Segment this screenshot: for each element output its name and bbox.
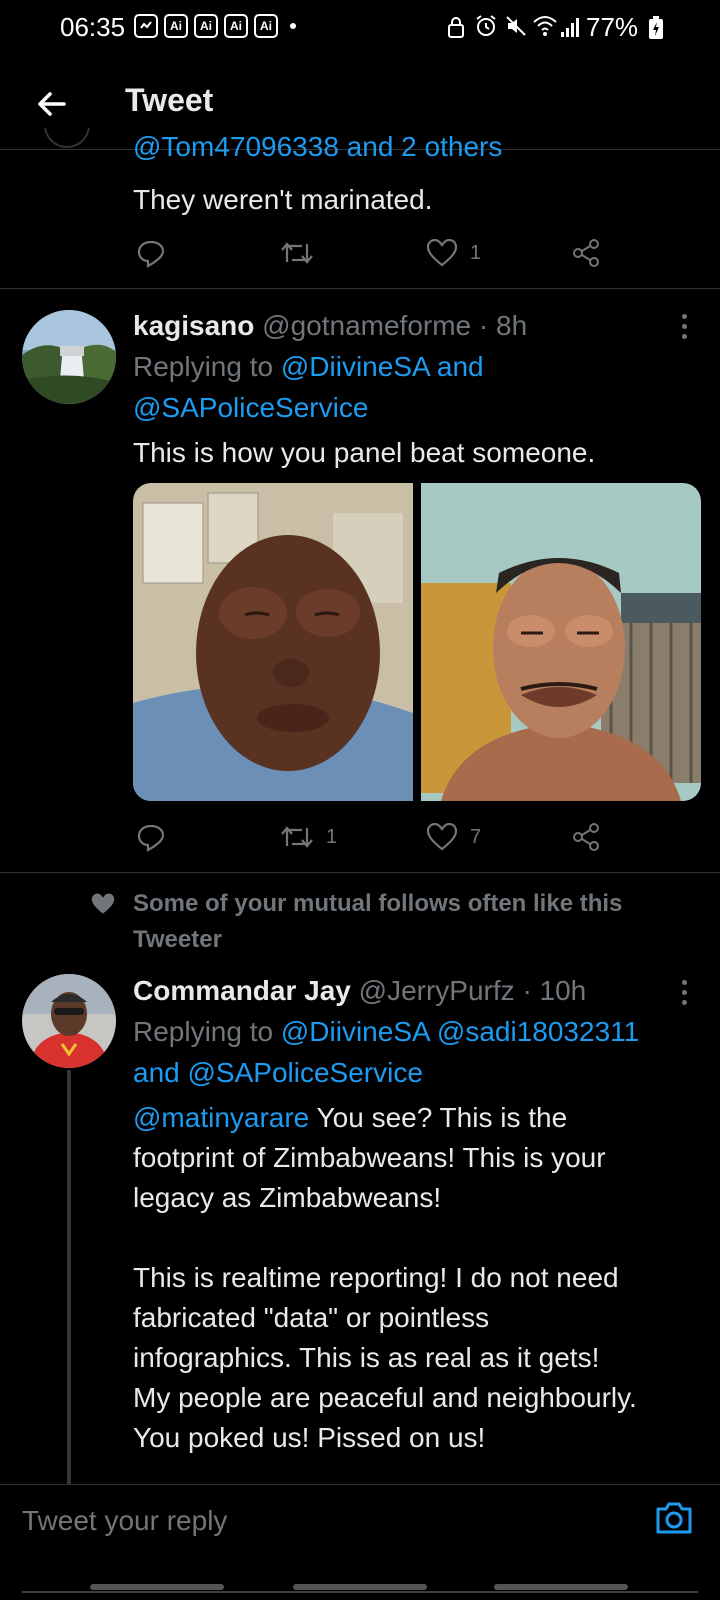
arrow-left-icon [38, 92, 66, 116]
tweet-text: This is how you panel beat someone. [133, 437, 596, 468]
social-context: Some of your mutual follows often like t… [133, 890, 623, 953]
share-button[interactable] [572, 238, 600, 268]
replying-to-link[interactable]: @DiivineSA and [281, 351, 484, 382]
retweet-icon [281, 826, 313, 848]
alarm-icon [474, 14, 498, 43]
dot-icon [682, 1000, 687, 1005]
nav-back-button[interactable] [494, 1584, 628, 1590]
dam-landscape-avatar-image [22, 310, 116, 404]
share-icon [573, 823, 599, 851]
retweet-count: 1 [326, 825, 338, 848]
tweet-header: kagisano @gotnameforme · 8h [133, 306, 527, 346]
reply-button[interactable] [136, 238, 166, 268]
retweet-button[interactable] [280, 238, 314, 268]
camera-icon [656, 1502, 692, 1534]
retweet-button[interactable]: 1 [280, 822, 337, 852]
ai-badge-icon: Ai [194, 14, 218, 38]
camera-button[interactable] [654, 1499, 694, 1542]
replying-to-link[interactable]: @SAPoliceService [133, 388, 368, 428]
man-in-red-shirt-avatar-image [22, 974, 116, 1068]
nav-recents-button[interactable] [90, 1584, 224, 1590]
share-button[interactable] [572, 822, 600, 852]
dot-icon [682, 314, 687, 319]
like-count: 7 [470, 825, 482, 848]
author-name[interactable]: Commandar Jay [133, 975, 351, 1006]
divider [0, 288, 720, 289]
tweet-image-2[interactable] [421, 483, 701, 801]
replying-to-link[interactable]: and @SAPoliceService [133, 1053, 423, 1093]
share-icon [573, 239, 599, 267]
tweet-timestamp: · 8h [478, 310, 528, 341]
reply-button[interactable] [136, 822, 166, 852]
avatar[interactable] [22, 974, 116, 1068]
battery-charging-icon [648, 16, 664, 45]
reply-input-underline [22, 1591, 698, 1593]
dot-icon [682, 980, 687, 985]
thread-connector-line [67, 1070, 71, 1484]
mute-icon [504, 14, 528, 43]
status-time: 06:35 [60, 12, 126, 42]
heart-icon [426, 822, 458, 851]
tweet-image-1[interactable] [133, 483, 413, 801]
battery-percent: 77% [586, 12, 639, 42]
page-title: Tweet [125, 82, 214, 118]
signal-icon [560, 16, 580, 43]
like-button[interactable]: 1 [426, 238, 481, 268]
avatar[interactable] [22, 310, 116, 404]
avatar[interactable] [44, 128, 90, 150]
replying-to: Replying to @DiivineSA and [133, 351, 484, 382]
author-name[interactable]: kagisano [133, 310, 254, 341]
ai-badge-icon: Ai [254, 14, 278, 38]
swollen-face-photo-image [421, 483, 701, 801]
dot-icon [682, 334, 687, 339]
retweet-icon [281, 242, 313, 264]
more-options-button[interactable] [682, 314, 688, 339]
heart-filled-icon [90, 892, 116, 921]
more-notifications-dot-icon [290, 23, 296, 29]
replying-to: Replying to @DiivineSA @sadi18032311 [133, 1016, 640, 1047]
divider [0, 872, 720, 873]
dot-icon [682, 324, 687, 329]
reply-input[interactable] [22, 1501, 622, 1541]
back-button[interactable] [30, 82, 74, 126]
like-button[interactable]: 7 [426, 822, 481, 852]
notification-icons: Ai Ai Ai Ai [134, 14, 296, 38]
heart-icon [426, 238, 458, 267]
tweet-header: Commandar Jay @JerryPurfz · 10h [133, 971, 586, 1011]
replying-to-link[interactable]: @DiivineSA @sadi18032311 [281, 1016, 639, 1047]
wifi-icon [532, 14, 558, 43]
author-handle[interactable]: @JerryPurfz [359, 975, 515, 1006]
tweet-text: @matinyarare You see? This is the footpr… [133, 1102, 637, 1453]
like-count: 1 [470, 241, 482, 264]
reply-icon [137, 824, 165, 852]
author-handle[interactable]: @gotnameforme [262, 310, 471, 341]
tweet-timestamp: · 10h [522, 975, 587, 1006]
ai-badge-icon: Ai [164, 14, 188, 38]
mention-link[interactable]: @matinyarare [133, 1102, 309, 1133]
lock-icon [446, 16, 466, 43]
reply-icon [137, 240, 165, 268]
nav-home-button[interactable] [293, 1584, 427, 1590]
reply-composer [0, 1484, 720, 1600]
more-options-button[interactable] [682, 980, 688, 1005]
dot-icon [682, 990, 687, 995]
tweet-text: They weren't marinated. [133, 184, 433, 215]
ai-badge-icon: Ai [224, 14, 248, 38]
status-bar: 06:35 Ai Ai Ai Ai 77% [0, 0, 720, 56]
tweet-mentions[interactable]: @Tom47096338 and 2 others [133, 136, 502, 170]
swollen-face-photo-image [133, 483, 413, 801]
messenger-icon [134, 14, 158, 38]
